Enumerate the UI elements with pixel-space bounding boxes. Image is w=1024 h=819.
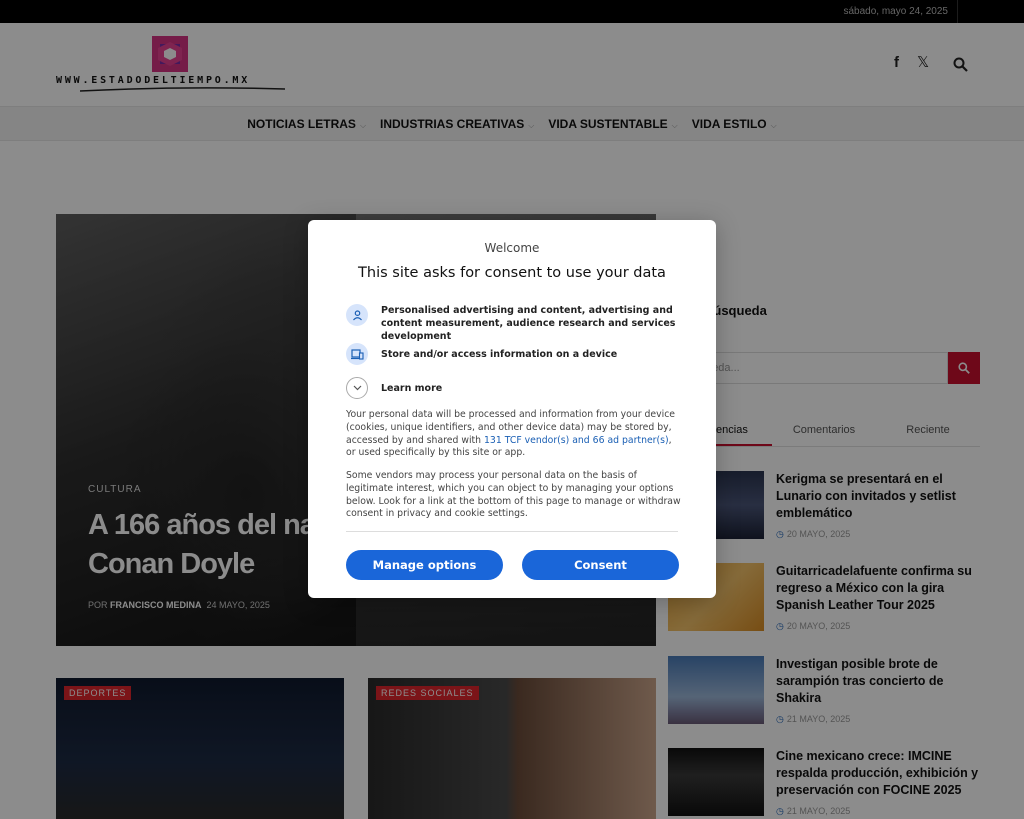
consent-divider [346,531,678,532]
consent-dialog: Welcome This site asks for consent to us… [308,220,716,598]
manage-options-button[interactable]: Manage options [346,550,503,580]
chevron-down-icon[interactable] [346,377,368,399]
consent-purpose-text: Store and/or access information on a dev… [381,349,618,360]
consent-paragraph-1: Your personal data will be processed and… [346,409,676,459]
devices-icon [346,343,368,365]
person-icon [346,304,368,326]
consent-purpose: Personalised advertising and content, ad… [346,304,686,342]
consent-welcome: Welcome [484,241,540,255]
vendors-link[interactable]: 131 TCF vendor(s) and 66 ad partner(s) [484,435,669,446]
learn-more-toggle[interactable]: Learn more [346,377,686,399]
consent-paragraph-2: Some vendors may process your personal d… [346,470,681,520]
consent-purpose-text: Personalised advertising and content, ad… [381,305,676,342]
consent-button[interactable]: Consent [522,550,679,580]
consent-purpose: Store and/or access information on a dev… [346,343,686,365]
learn-more-label[interactable]: Learn more [381,382,686,395]
consent-title: This site asks for consent to use your d… [358,265,666,281]
